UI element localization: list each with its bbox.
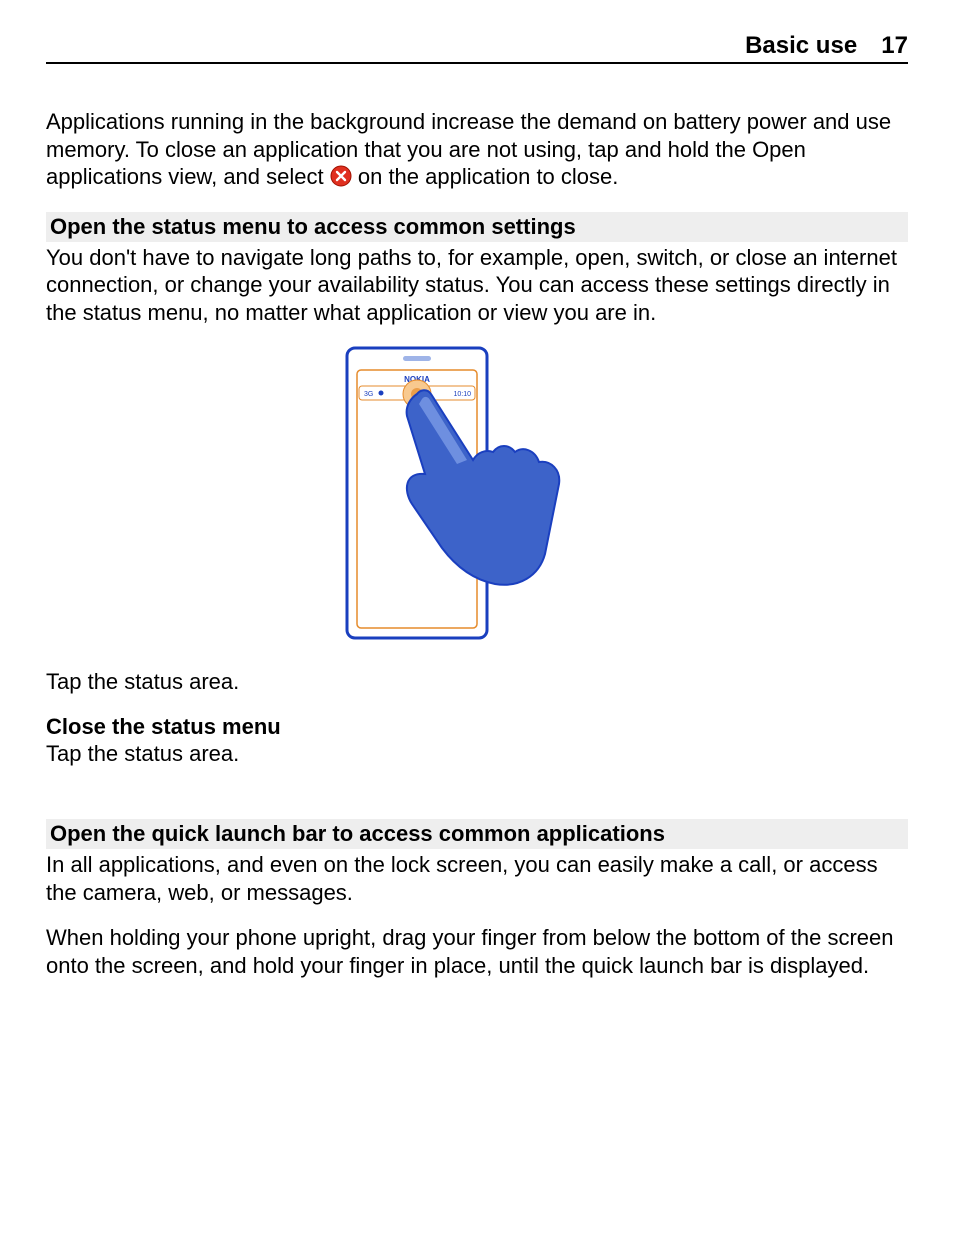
time-label: 10:10 — [453, 391, 471, 398]
intro-text-b: on the application to close. — [358, 164, 619, 189]
section-heading-quick-launch: Open the quick launch bar to access comm… — [46, 819, 908, 849]
page-header: Basic use 17 — [46, 20, 908, 64]
intro-paragraph: Applications running in the background i… — [46, 108, 908, 194]
quick-launch-paragraph-2: When holding your phone upright, drag yo… — [46, 924, 908, 979]
page-number: 17 — [881, 32, 908, 60]
close-status-menu-heading: Close the status menu — [46, 714, 908, 740]
section-title: Basic use — [745, 32, 857, 60]
tap-status-area-text: Tap the status area. — [46, 668, 908, 696]
tap-gesture-figure: NOKIA 3G 10:10 — [46, 344, 908, 650]
close-status-menu-text: Tap the status area. — [46, 740, 908, 768]
quick-launch-paragraph-1: In all applications, and even on the loc… — [46, 851, 908, 906]
signal-label: 3G — [364, 391, 373, 398]
status-menu-paragraph: You don't have to navigate long paths to… — [46, 244, 908, 327]
document-page: Basic use 17 Applications running in the… — [0, 0, 954, 1037]
close-x-icon — [330, 165, 352, 194]
section-heading-status-menu: Open the status menu to access common se… — [46, 212, 908, 242]
